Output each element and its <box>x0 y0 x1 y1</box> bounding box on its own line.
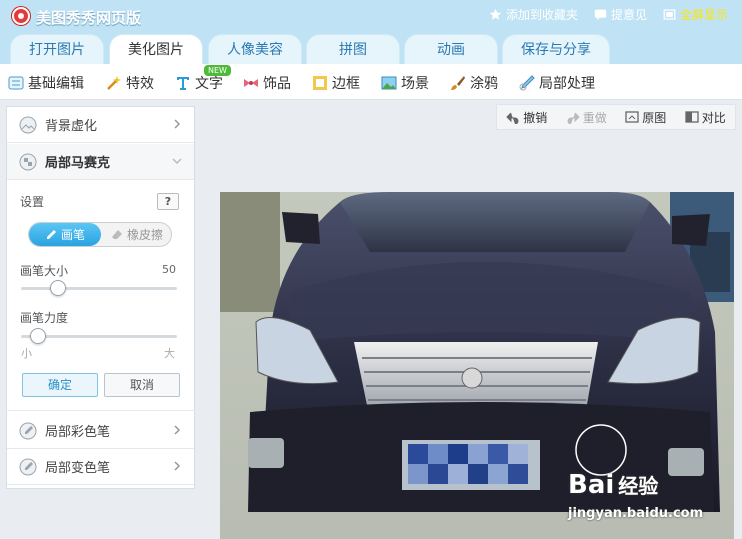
compare-icon <box>685 111 699 123</box>
frame-icon <box>313 76 327 90</box>
bow-icon <box>244 79 258 87</box>
brush-icon <box>451 76 465 90</box>
magic-wand-icon <box>107 76 121 90</box>
brush-size-label: 画笔大小 <box>20 264 69 278</box>
pen-icon <box>46 229 56 239</box>
mosaic-icon <box>19 153 37 170</box>
brush-strength-label: 画笔力度 <box>20 311 69 325</box>
original-image-icon <box>625 111 639 123</box>
panel-item-bg-blur[interactable]: 背景虚化 <box>7 107 194 143</box>
brush-eraser-toggle: 画笔 橡皮擦 <box>28 222 172 247</box>
top-links: 添加到收藏夹 提意见 全屏显示 <box>489 6 728 23</box>
tab-animation[interactable]: 动画 <box>404 34 498 64</box>
fullscreen-icon <box>663 9 676 20</box>
chevron-down-icon <box>172 158 182 165</box>
tab-open-image[interactable]: 打开图片 <box>10 34 104 64</box>
brush-size-slider[interactable] <box>21 287 177 290</box>
tool-graffiti[interactable]: 涂鸦 <box>450 73 498 93</box>
sliders-icon <box>8 76 24 90</box>
tool-local-edit[interactable]: 局部处理 <box>519 73 595 93</box>
app-logo-icon <box>12 7 30 25</box>
watermark-url: jingyan.baidu.com <box>568 506 704 521</box>
landscape-icon <box>381 76 397 90</box>
panel-divider <box>6 410 195 411</box>
add-favorite-link[interactable]: 添加到收藏夹 <box>489 6 578 23</box>
watermark-logo: Bai 经验 <box>568 470 659 500</box>
blur-icon <box>19 116 37 133</box>
compare-button[interactable]: 对比 <box>685 109 726 126</box>
sub-toolbar: 基础编辑 特效 文字 NEW 饰品 边框 场景 涂鸦 局部处理 <box>0 64 742 100</box>
original-button[interactable]: 原图 <box>625 109 666 126</box>
color-pen-icon <box>19 422 37 439</box>
help-button[interactable]: ? <box>157 193 179 210</box>
brush-size-value: 50 <box>162 263 176 276</box>
new-badge: NEW <box>204 65 231 76</box>
tool-effects[interactable]: 特效 <box>106 73 154 93</box>
feedback-link[interactable]: 提意见 <box>594 6 647 23</box>
chevron-right-icon <box>174 425 181 435</box>
tool-scene[interactable]: 场景 <box>381 73 429 93</box>
tab-beautify[interactable]: 美化图片 <box>109 34 203 64</box>
strength-min-label: 小 <box>21 347 32 360</box>
chat-bubble-icon <box>594 9 607 21</box>
app-title: 美图秀秀网页版 <box>36 9 142 27</box>
title-bar: 美图秀秀网页版 添加到收藏夹 提意见 全屏显示 <box>0 0 742 32</box>
eraser-icon <box>111 229 122 239</box>
cancel-button[interactable]: 取消 <box>104 373 180 397</box>
chevron-right-icon <box>174 461 181 471</box>
star-icon <box>489 8 502 20</box>
text-icon <box>177 77 189 90</box>
tool-accessories[interactable]: 饰品 <box>243 73 291 93</box>
strength-max-label: 大 <box>164 347 175 360</box>
eraser-mode-button[interactable]: 橡皮擦 <box>103 223 171 246</box>
tab-collage[interactable]: 拼图 <box>306 34 400 64</box>
brush-mode-button[interactable]: 画笔 <box>29 223 101 246</box>
tab-portrait[interactable]: 人像美容 <box>208 34 302 64</box>
fullscreen-link[interactable]: 全屏显示 <box>663 6 728 23</box>
settings-label: 设置 <box>20 195 45 209</box>
panel-item-change-color-pen[interactable]: 局部变色笔 <box>7 449 194 485</box>
confirm-button[interactable]: 确定 <box>22 373 98 397</box>
tool-frame[interactable]: 边框 <box>312 73 360 93</box>
change-color-pen-icon <box>19 458 37 475</box>
tab-save-share[interactable]: 保存与分享 <box>502 34 610 64</box>
canvas-toolbar: 撤销 重做 原图 对比 <box>496 104 736 130</box>
panel-item-color-pen[interactable]: 局部彩色笔 <box>7 413 194 449</box>
redo-button[interactable]: 重做 <box>566 109 607 126</box>
main-tabs: 打开图片 美化图片 人像美容 拼图 动画 保存与分享 <box>0 32 742 64</box>
tool-text[interactable]: 文字 <box>175 73 223 93</box>
panel-item-mosaic[interactable]: 局部马赛克 <box>7 144 194 180</box>
redo-icon <box>567 112 580 124</box>
chevron-right-icon <box>174 119 181 129</box>
local-edit-icon <box>519 75 535 91</box>
undo-icon <box>506 112 519 124</box>
tool-basic-edit[interactable]: 基础编辑 <box>8 73 84 93</box>
undo-button[interactable]: 撤销 <box>506 109 547 126</box>
